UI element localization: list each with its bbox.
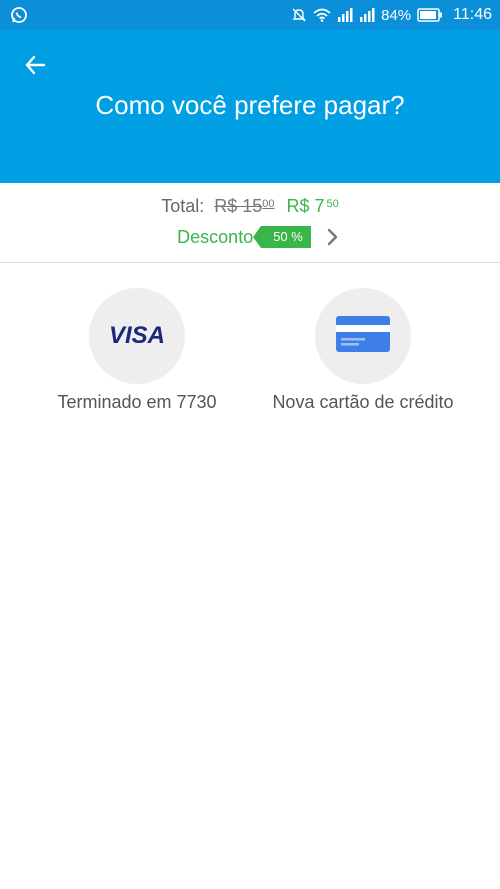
discount-row[interactable]: Desconto 50 %: [0, 226, 500, 248]
payment-method-visa[interactable]: VISA Terminado em 7730: [22, 288, 252, 413]
visa-card-icon-circle: VISA: [89, 288, 185, 384]
battery-icon: [417, 8, 443, 22]
total-label: Total:: [161, 196, 205, 216]
back-button[interactable]: [18, 50, 52, 84]
price-summary: Total: R$ 1500 R$ 7 50 Desconto 50 %: [0, 183, 500, 263]
discounted-price: R$ 7 50: [287, 195, 339, 217]
status-right: 84% 11:46: [291, 6, 492, 24]
visa-logo-icon: VISA: [108, 322, 165, 349]
arrow-left-icon: [24, 54, 46, 81]
discount-label: Desconto: [177, 226, 254, 247]
payment-method-new-card[interactable]: Nova cartão de crédito: [248, 288, 478, 413]
credit-card-icon: [335, 314, 391, 359]
status-left: [10, 6, 28, 24]
original-price-cents: 00: [262, 198, 275, 210]
chevron-right-icon[interactable]: [327, 228, 339, 246]
discount-badge: 50 %: [253, 226, 311, 248]
status-bar: 84% 11:46: [0, 0, 500, 30]
app-bar: Como você prefere pagar?: [0, 30, 500, 183]
total-row: Total: R$ 1500 R$ 7 50: [0, 195, 500, 217]
payment-method-label: Nova cartão de crédito: [272, 392, 454, 412]
clock: 11:46: [453, 6, 492, 23]
new-card-icon-circle: [315, 288, 411, 384]
battery-percent: 84%: [381, 6, 412, 24]
signal-icon-2: [359, 8, 375, 22]
signal-icon-1: [337, 8, 353, 22]
payment-method-label: Terminado em 7730: [57, 392, 217, 412]
discounted-price-amount: R$ 7: [286, 196, 325, 216]
wifi-icon: [313, 8, 331, 22]
discounted-price-cents: 50: [326, 198, 339, 210]
original-price-amount: R$ 15: [214, 196, 263, 216]
page-title: Como você prefere pagar?: [95, 90, 405, 120]
whatsapp-icon: [10, 6, 28, 24]
original-price: R$ 1500: [214, 195, 274, 217]
payment-methods: VISA Terminado em 7730 Nova cartão de cr…: [0, 288, 500, 418]
mute-icon: [291, 7, 307, 23]
